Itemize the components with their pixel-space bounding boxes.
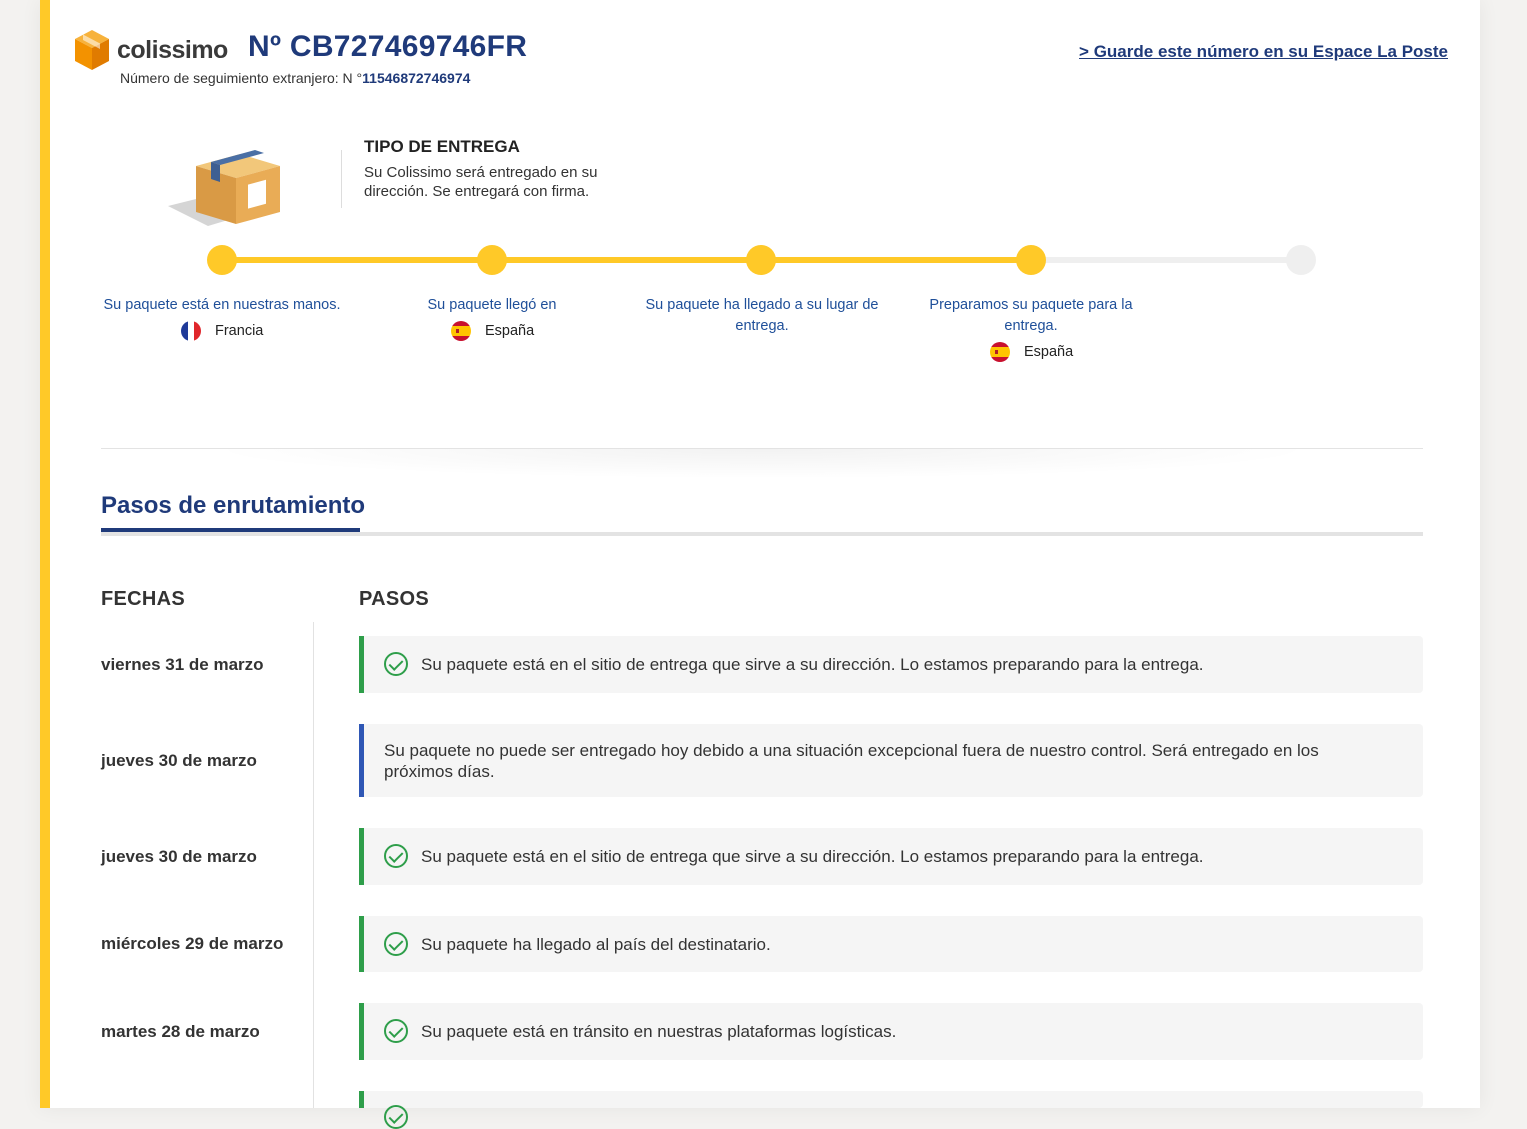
progress-step-country-1: Francia [181, 321, 263, 341]
column-divider [313, 622, 314, 1108]
status-bar [359, 724, 364, 797]
save-number-link[interactable]: > Guarde este número en su Espace La Pos… [1079, 42, 1448, 62]
section-divider-shadow [201, 449, 1323, 479]
event-text: Su paquete no puede ser entregado hoy de… [384, 741, 1319, 781]
event-text: Su paquete está en el sitio de entrega q… [421, 847, 1204, 866]
check-circle-icon [384, 844, 408, 868]
delivery-type-title: TIPO DE ENTREGA [364, 137, 520, 156]
foreign-tracking-label: Número de seguimiento extranjero: N ° [120, 70, 363, 86]
country-name: España [485, 323, 535, 339]
dates-column-header: FECHAS [101, 588, 186, 610]
routing-steps-tab[interactable]: Pasos de enrutamiento [101, 492, 365, 520]
delivery-type-description: Su Colissimo será entregado en su direcc… [364, 164, 598, 200]
progress-fill [222, 257, 1031, 263]
progress-dot-2 [477, 245, 507, 275]
france-flag-icon [181, 321, 201, 341]
event-step: Su paquete ha llegado al país del destin… [359, 916, 1423, 972]
foreign-tracking-number: 11546872746974 [362, 70, 471, 86]
check-circle-icon [384, 1019, 408, 1043]
event-step: Su paquete está en tránsito en nuestras … [359, 1003, 1423, 1060]
event-date: miércoles 29 de marzo [101, 934, 284, 953]
parcel-box-icon [168, 148, 288, 228]
spain-flag-icon [451, 321, 471, 341]
progress-dot-5 [1286, 245, 1316, 275]
event-step: Su paquete está en el sitio de entrega q… [359, 828, 1423, 885]
progress-step-label-2: Su paquete llegó en [427, 297, 557, 313]
tab-active-indicator [101, 528, 360, 532]
progress-dot-1 [207, 245, 237, 275]
country-name: Francia [215, 323, 264, 339]
brand-name: colissimo [117, 35, 228, 64]
country-name: España [1024, 344, 1074, 360]
progress-dot-3 [746, 245, 776, 275]
progress-step-label-3: Su paquete ha llegado a su lugar de entr… [645, 297, 879, 334]
cube-logo-icon [75, 30, 109, 70]
tracking-number: Nº CB727469746FR [248, 30, 528, 63]
check-circle-icon [384, 932, 408, 956]
event-step: Su paquete no puede ser entregado hoy de… [359, 724, 1423, 797]
status-bar [359, 636, 364, 693]
steps-column-header: PASOS [359, 588, 430, 610]
foreign-tracking: Número de seguimiento extranjero: N °115… [120, 70, 470, 86]
spain-flag-icon [990, 342, 1010, 362]
progress-step-country-2: España [451, 321, 534, 341]
status-bar [359, 828, 364, 885]
event-text: Su paquete está en el sitio de entrega q… [421, 655, 1204, 674]
event-date: viernes 31 de marzo [101, 655, 264, 674]
event-date: jueves 30 de marzo [101, 751, 257, 770]
status-bar [359, 1003, 364, 1060]
divider [341, 150, 342, 208]
progress-step-country-4: España [990, 342, 1073, 362]
colissimo-logo[interactable]: colissimo [75, 30, 228, 70]
event-step: Su paquete está en el sitio de entrega q… [359, 636, 1423, 693]
check-circle-icon [384, 1105, 408, 1129]
check-circle-icon [384, 652, 408, 676]
event-text: Su paquete ha llegado al país del destin… [421, 935, 771, 954]
status-bar [359, 1091, 364, 1108]
tab-underline-track [101, 532, 1423, 536]
progress-step-label-1: Su paquete está en nuestras manos. [103, 297, 341, 313]
progress-step-label-4: Preparamos su paquete para la entrega. [929, 297, 1133, 334]
status-bar [359, 916, 364, 972]
event-step [359, 1091, 1423, 1129]
event-text: Su paquete está en tránsito en nuestras … [421, 1022, 897, 1041]
accent-bar [40, 0, 50, 1108]
event-date: martes 28 de marzo [101, 1022, 260, 1041]
event-date: jueves 30 de marzo [101, 847, 257, 866]
progress-dot-4 [1016, 245, 1046, 275]
